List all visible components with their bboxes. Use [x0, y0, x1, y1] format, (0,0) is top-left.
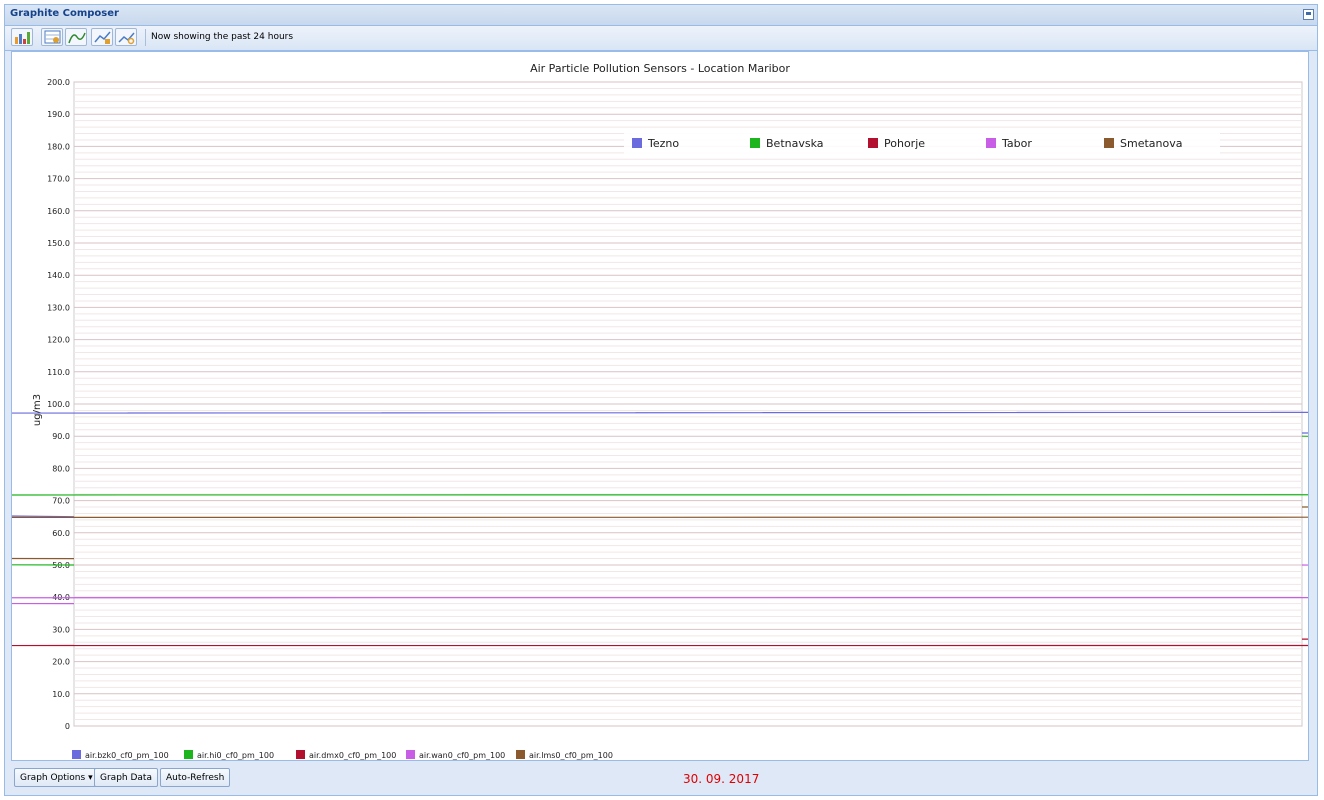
chart-grid [73, 81, 1303, 727]
legend-label: Pohorje [884, 137, 925, 150]
y-tick-label: 70.0 [52, 497, 70, 506]
legend-label: air.wan0_cf0_pm_100 [419, 751, 505, 760]
graph-type-button[interactable] [11, 28, 33, 46]
y-tick-label: 180.0 [47, 142, 70, 151]
auto-refresh-button[interactable]: Auto-Refresh [160, 768, 231, 787]
window-titlebar: Graphite Composer [5, 5, 1317, 26]
in-chart-legend: Tezno Betnavska Pohorje Tabor Smetanova [624, 132, 1220, 156]
graph-options-label: Graph Options [20, 773, 86, 783]
graph-edit-icon [94, 31, 111, 44]
y-tick-label: 200.0 [47, 78, 70, 87]
y-tick-label: 110.0 [47, 368, 70, 377]
x-axis-ticks: 21:0022:0023:0000:0001:0002:0003:0004:00… [12, 735, 1308, 744]
y-tick-label: 140.0 [47, 271, 70, 280]
window-title: Graphite Composer [10, 8, 119, 19]
maximize-icon[interactable] [1303, 9, 1314, 20]
graph-link-icon [118, 32, 135, 45]
y-tick-label: 10.0 [52, 690, 70, 699]
legend-label: air.hi0_cf0_pm_100 [197, 751, 274, 760]
legend-swatch [406, 750, 415, 759]
y-tick-label: 130.0 [47, 303, 70, 312]
legend-swatch [516, 750, 525, 759]
graph-panel: Air Particle Pollution Sensors - Locatio… [0, 51, 1324, 761]
curve-icon [68, 32, 86, 44]
legend-swatch [184, 750, 193, 759]
y-tick-label: 120.0 [47, 336, 70, 345]
legend-swatch [750, 138, 760, 148]
legend-swatch [632, 138, 642, 148]
graph-data-button[interactable]: Graph Data [94, 768, 158, 787]
composer-footer: Graph Options ▾ Graph Data Auto-Refresh … [5, 765, 1317, 795]
legend-label: Tezno [647, 137, 679, 150]
legend-swatch [72, 750, 81, 759]
date-caption: 30. 09. 2017 [683, 772, 760, 786]
legend-label: air.dmx0_cf0_pm_100 [309, 751, 396, 760]
legend-label: air.lms0_cf0_pm_100 [529, 751, 613, 760]
dropdown-arrow-icon: ▾ [88, 773, 93, 783]
legend-swatch [868, 138, 878, 148]
legend-swatch [986, 138, 996, 148]
legend-label: Smetanova [1120, 137, 1182, 150]
legend-label: Tabor [1001, 137, 1032, 150]
line-mode-button[interactable] [65, 28, 87, 46]
composer-toolbar: Now showing the past 24 hours [5, 26, 1317, 51]
y-axis-ticks: 010.020.030.040.050.060.070.080.090.0100… [47, 78, 70, 731]
series-legend: air.bzk0_cf0_pm_100 air.hi0_cf0_pm_100 air… [72, 750, 613, 760]
legend-swatch [296, 750, 305, 759]
y-tick-label: 0 [65, 722, 70, 731]
legend-label: Betnavska [766, 137, 824, 150]
legend-swatch [1104, 138, 1114, 148]
y-tick-label: 60.0 [52, 529, 70, 538]
y-tick-label: 20.0 [52, 658, 70, 667]
chart-icon [15, 32, 30, 44]
y-axis-label: ug/m3 [32, 394, 43, 426]
time-range-status: Now showing the past 24 hours [151, 32, 294, 42]
y-tick-label: 190.0 [47, 110, 70, 119]
graph-options-button[interactable]: Graph Options ▾ [14, 768, 99, 787]
options-button[interactable] [91, 28, 113, 46]
graphite-composer-window: Graphite Composer Now showing the past 2… [0, 4, 1324, 796]
y-tick-label: 100.0 [47, 400, 70, 409]
y-tick-label: 80.0 [52, 464, 70, 473]
y-tick-label: 160.0 [47, 207, 70, 216]
y-tick-label: 90.0 [52, 432, 70, 441]
legend-label: air.bzk0_cf0_pm_100 [85, 751, 169, 760]
url-button[interactable] [115, 28, 137, 46]
pollution-chart: Air Particle Pollution Sensors - Locatio… [0, 62, 1324, 760]
toolbar-separator [145, 29, 146, 46]
select-metrics-button[interactable] [41, 28, 63, 46]
y-tick-label: 170.0 [47, 175, 70, 184]
y-tick-label: 30.0 [52, 625, 70, 634]
chart-title: Air Particle Pollution Sensors - Locatio… [530, 62, 790, 75]
y-tick-label: 150.0 [47, 239, 70, 248]
grid-select-icon [44, 30, 61, 44]
